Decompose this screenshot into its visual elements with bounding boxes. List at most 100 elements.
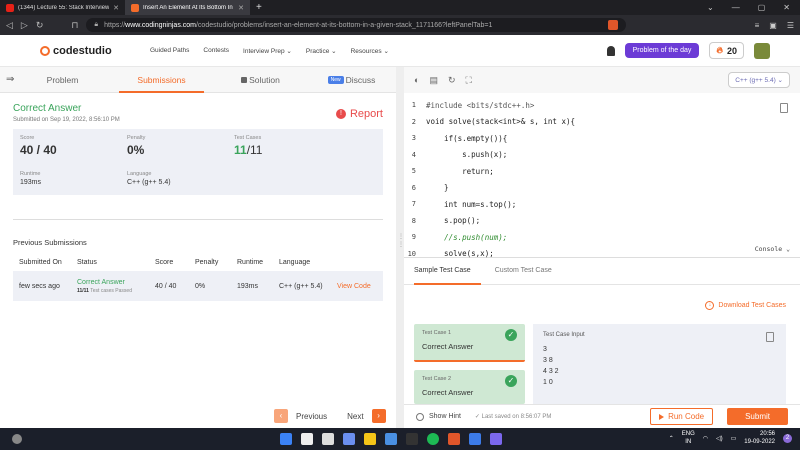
new-tab-button[interactable]: + <box>250 2 268 13</box>
wifi-icon[interactable]: ◠ <box>703 435 708 442</box>
table-row[interactable]: few secs ago Correct Answer 11/11 Test c… <box>13 271 383 301</box>
language-select[interactable]: C++ (g++ 5.4) ⌄ <box>728 72 790 88</box>
previous-arrow-icon[interactable]: ‹ <box>274 409 288 423</box>
code-text: solve(s,x); <box>426 249 494 259</box>
tab-solution[interactable]: Solution <box>218 67 303 93</box>
notification-badge[interactable]: 2 <box>783 433 792 443</box>
test-case-card-1[interactable]: Test Case 1 Correct Answer ✓ <box>414 324 525 362</box>
show-hint-button[interactable]: Show Hint <box>416 412 461 421</box>
minimize-icon[interactable]: — <box>732 3 740 12</box>
brave-shield-icon[interactable] <box>608 20 619 30</box>
volume-icon[interactable]: ◁) <box>716 435 723 442</box>
nav-interview-prep[interactable]: Interview Prep ⌄ <box>243 47 292 55</box>
panel-resize-handle[interactable]: ⋮ ⋮ <box>396 67 404 428</box>
code-line[interactable]: 6 } <box>404 180 800 197</box>
start-icon[interactable] <box>280 433 292 445</box>
tab-submissions[interactable]: Submissions <box>119 67 204 93</box>
task-view-icon[interactable] <box>322 433 334 445</box>
battery-icon[interactable]: ▭ <box>731 435 737 442</box>
code-line[interactable]: 5 return; <box>404 163 800 180</box>
browser-tab-youtube[interactable]: (1344) Lecture 55: Stack Interview Qu ✕ <box>0 0 125 15</box>
url-field[interactable]: 🔒︎ https://www.codingninjas.com/codestud… <box>86 18 627 32</box>
chevron-down-icon[interactable]: ⌄ <box>707 3 714 12</box>
search-icon[interactable] <box>301 433 313 445</box>
last-saved-status: ✓ Last saved on 8:56:07 PM <box>474 414 552 420</box>
bookmark-icon[interactable]: ⊓ <box>71 20 78 31</box>
view-code-link[interactable]: View Code <box>331 271 383 301</box>
code-line[interactable]: 8 s.pop(); <box>404 213 800 230</box>
file-explorer-icon[interactable] <box>364 433 376 445</box>
mail-icon[interactable] <box>385 433 397 445</box>
code-line[interactable]: 1 #include <bits/stdc++.h> <box>404 97 800 114</box>
weather-icon[interactable] <box>12 434 22 444</box>
download-test-cases-link[interactable]: ↓ Download Test Cases <box>705 301 786 310</box>
streak-counter[interactable]: 🔥︎ 20 <box>709 42 744 59</box>
brave-icon[interactable] <box>448 433 460 445</box>
collapse-panel-icon[interactable]: ⇒ <box>6 74 20 85</box>
result-header: Correct Answer Submitted on Sep 19, 2022… <box>0 93 396 123</box>
submit-button[interactable]: Submit <box>727 408 788 425</box>
divider <box>13 219 383 220</box>
widgets-icon[interactable] <box>343 433 355 445</box>
taskbar-apps <box>280 433 502 445</box>
language-indicator[interactable]: ENG IN <box>682 430 695 446</box>
code-line[interactable]: 3 if(s.empty()){ <box>404 130 800 147</box>
code-editor[interactable]: 1 #include <bits/stdc++.h> 2 void solve(sta… <box>404 93 800 259</box>
codestudio-logo[interactable]: codestudio <box>40 45 150 57</box>
cell-submitted-on: few secs ago <box>13 271 71 301</box>
reload-icon[interactable]: ↻ <box>36 20 44 31</box>
window-controls: ⌄ — ▢ ✕ <box>707 3 800 12</box>
close-tab-icon[interactable]: ✕ <box>113 4 119 12</box>
browser-tab-codestudio[interactable]: Insert An Element At Its Bottom In ✕ <box>125 0 250 15</box>
playlist-icon[interactable]: ≡ <box>755 21 760 30</box>
browser-toolbar-right: ≡ ▣ ☰ <box>755 21 794 30</box>
editor-bottom-bar: Show Hint ✓ Last saved on 8:56:07 PM Run… <box>404 404 800 428</box>
reset-icon[interactable]: ↻ <box>448 75 456 86</box>
maximize-icon[interactable]: ▢ <box>758 3 766 12</box>
nav-contests[interactable]: Contests <box>203 47 229 55</box>
tab-discuss[interactable]: New Discuss <box>309 67 394 93</box>
vscode-icon[interactable] <box>469 433 481 445</box>
site-nav: Guided Paths Contests Interview Prep ⌄ P… <box>150 47 389 55</box>
logo-mark-icon <box>40 45 50 56</box>
col-score: Score <box>155 258 174 266</box>
next-arrow-icon[interactable]: › <box>371 409 386 423</box>
code-line[interactable]: 9 //s.push(num); <box>404 229 800 246</box>
nav-resources[interactable]: Resources ⌄ <box>351 47 389 55</box>
next-button[interactable]: Next <box>347 412 363 421</box>
save-icon[interactable]: ▤ <box>429 75 438 86</box>
code-line[interactable]: 10 solve(s,x); <box>404 246 800 263</box>
code-text: if(s.empty()){ <box>426 133 508 143</box>
nav-practice[interactable]: Practice ⌄ <box>306 47 337 55</box>
notification-bell-icon[interactable] <box>606 45 615 56</box>
report-button[interactable]: ! Report <box>335 105 383 123</box>
copy-icon[interactable] <box>780 103 788 113</box>
console-toggle[interactable]: Console ⌄ <box>755 245 790 253</box>
close-window-icon[interactable]: ✕ <box>783 3 790 12</box>
terminal-icon[interactable] <box>406 433 418 445</box>
code-line[interactable]: 4 s.push(x); <box>404 147 800 164</box>
code-line[interactable]: 2 void solve(stack<int>& s, int x){ <box>404 114 800 131</box>
menu-icon[interactable]: ☰ <box>787 21 794 30</box>
spotify-icon[interactable] <box>427 433 439 445</box>
clock[interactable]: 20:56 19-09-2022 <box>744 430 775 446</box>
test-case-card-2[interactable]: Test Case 2 Correct Answer ✓ <box>414 370 525 404</box>
forward-icon[interactable]: ▷ <box>21 20 28 31</box>
fullscreen-icon[interactable]: ⛶ <box>466 75 472 86</box>
avatar[interactable] <box>754 42 770 59</box>
close-tab-icon[interactable]: ✕ <box>238 4 244 12</box>
test-case-input-panel: Test Case Input 3 3 8 4 3 2 1 0 <box>533 324 786 404</box>
nav-guided-paths[interactable]: Guided Paths <box>150 47 189 55</box>
back-icon[interactable]: ◁ <box>6 20 13 31</box>
previous-button[interactable]: Previous <box>296 412 327 421</box>
sidebar-icon[interactable]: ▣ <box>769 21 777 30</box>
problem-of-the-day-button[interactable]: Problem of the day <box>624 43 700 58</box>
chevron-up-icon[interactable]: ⌃ <box>669 435 674 442</box>
run-code-button[interactable]: Run Code <box>650 408 714 425</box>
tab-problem[interactable]: Problem <box>20 67 105 93</box>
copy-icon[interactable] <box>766 332 774 342</box>
theme-toggle-icon[interactable]: ◐ <box>414 75 419 85</box>
line-number: 1 <box>411 101 416 110</box>
teams-icon[interactable] <box>490 433 502 445</box>
code-line[interactable]: 7 int num=s.top(); <box>404 196 800 213</box>
